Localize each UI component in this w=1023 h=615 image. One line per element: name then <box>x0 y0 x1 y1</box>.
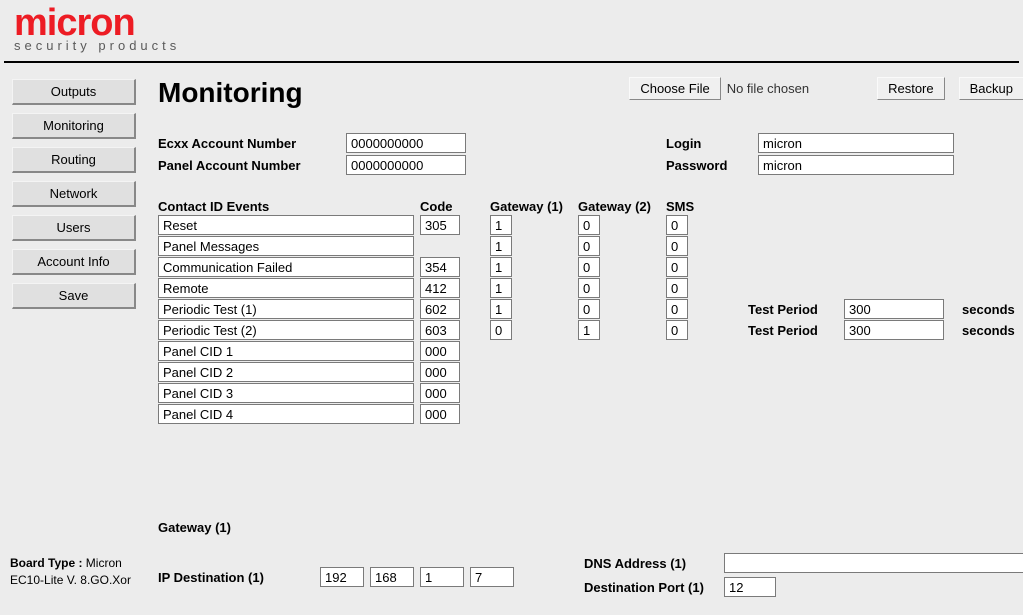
nav-monitoring[interactable]: Monitoring <box>12 113 136 139</box>
gw2-input[interactable] <box>578 299 600 319</box>
event-code-input[interactable] <box>420 383 460 403</box>
gw1-input[interactable] <box>490 278 512 298</box>
sms-col-header: SMS <box>666 199 712 214</box>
event-name-input[interactable] <box>158 278 414 298</box>
event-name-input[interactable] <box>158 383 414 403</box>
password-label: Password <box>666 158 758 173</box>
dns-address-label: DNS Address (1) <box>584 556 724 571</box>
ip-destination-label: IP Destination (1) <box>158 570 320 585</box>
login-input[interactable] <box>758 133 954 153</box>
event-name-input[interactable] <box>158 362 414 382</box>
nav-users[interactable]: Users <box>12 215 136 241</box>
event-row: Test Period seconds <box>158 299 1023 319</box>
sms-input[interactable] <box>666 215 688 235</box>
gw1-input[interactable] <box>490 215 512 235</box>
ip-octet-4[interactable] <box>470 567 514 587</box>
sms-input[interactable] <box>666 320 688 340</box>
test-period-label: Test Period <box>748 302 844 317</box>
dns-address-input[interactable] <box>724 553 1023 573</box>
ecxx-account-input[interactable] <box>346 133 466 153</box>
ecxx-account-label: Ecxx Account Number <box>158 136 346 151</box>
test-period-input[interactable] <box>844 299 944 319</box>
sms-input[interactable] <box>666 257 688 277</box>
nav-routing[interactable]: Routing <box>12 147 136 173</box>
choose-file-button[interactable]: Choose File <box>629 77 720 100</box>
nav-outputs[interactable]: Outputs <box>12 79 136 105</box>
nav-network[interactable]: Network <box>12 181 136 207</box>
event-row <box>158 362 1023 382</box>
test-period-unit: seconds <box>962 323 1015 338</box>
panel-account-label: Panel Account Number <box>158 158 346 173</box>
event-code-input[interactable] <box>420 299 460 319</box>
event-name-input[interactable] <box>158 320 414 340</box>
brand-name: micron <box>14 6 1009 40</box>
gateway-heading: Gateway (1) <box>158 520 1023 535</box>
event-name-input[interactable] <box>158 236 414 256</box>
sms-input[interactable] <box>666 236 688 256</box>
event-code-input[interactable] <box>420 278 460 298</box>
gw1-input[interactable] <box>490 236 512 256</box>
gw1-input[interactable] <box>490 299 512 319</box>
panel-account-input[interactable] <box>346 155 466 175</box>
login-label: Login <box>666 136 758 151</box>
test-period-unit: seconds <box>962 302 1015 317</box>
event-row <box>158 236 1023 256</box>
ip-octet-3[interactable] <box>420 567 464 587</box>
nav-account-info[interactable]: Account Info <box>12 249 136 275</box>
event-code-input[interactable] <box>420 215 460 235</box>
event-code-input[interactable] <box>420 257 460 277</box>
gw2-col-header: Gateway (2) <box>578 199 666 214</box>
gw1-input[interactable] <box>490 320 512 340</box>
ip-octet-1[interactable] <box>320 567 364 587</box>
destination-port-label: Destination Port (1) <box>584 580 724 595</box>
sms-input[interactable] <box>666 299 688 319</box>
event-code-input[interactable] <box>420 341 460 361</box>
gw2-input[interactable] <box>578 215 600 235</box>
event-row <box>158 215 1023 235</box>
brand-tagline: security products <box>14 38 1009 53</box>
main-content: Monitoring Choose File No file chosen Re… <box>148 63 1023 615</box>
nav-save[interactable]: Save <box>12 283 136 309</box>
event-row <box>158 404 1023 424</box>
gw2-input[interactable] <box>578 278 600 298</box>
destination-port-input[interactable] <box>724 577 776 597</box>
event-code-input[interactable] <box>420 320 460 340</box>
event-row <box>158 257 1023 277</box>
event-row <box>158 341 1023 361</box>
board-info: Board Type : Micron EC10-Lite V. 8.GO.Xo… <box>10 555 150 589</box>
event-name-input[interactable] <box>158 404 414 424</box>
file-status: No file chosen <box>727 81 809 96</box>
event-name-input[interactable] <box>158 299 414 319</box>
events-col-header: Contact ID Events <box>158 199 420 214</box>
test-period-input[interactable] <box>844 320 944 340</box>
event-name-input[interactable] <box>158 215 414 235</box>
backup-button[interactable]: Backup <box>959 77 1023 100</box>
gw1-col-header: Gateway (1) <box>490 199 578 214</box>
sms-input[interactable] <box>666 278 688 298</box>
event-row <box>158 278 1023 298</box>
sidebar: Outputs Monitoring Routing Network Users… <box>0 63 148 325</box>
gw2-input[interactable] <box>578 257 600 277</box>
gw1-input[interactable] <box>490 257 512 277</box>
event-name-input[interactable] <box>158 257 414 277</box>
password-input[interactable] <box>758 155 954 175</box>
restore-button[interactable]: Restore <box>877 77 945 100</box>
event-code-input[interactable] <box>420 362 460 382</box>
event-name-input[interactable] <box>158 341 414 361</box>
event-code-input[interactable] <box>420 404 460 424</box>
ip-octet-2[interactable] <box>370 567 414 587</box>
page-title: Monitoring <box>158 77 303 109</box>
event-row: Test Period seconds <box>158 320 1023 340</box>
test-period-label: Test Period <box>748 323 844 338</box>
gw2-input[interactable] <box>578 320 600 340</box>
gw2-input[interactable] <box>578 236 600 256</box>
code-col-header: Code <box>420 199 490 214</box>
event-row <box>158 383 1023 403</box>
